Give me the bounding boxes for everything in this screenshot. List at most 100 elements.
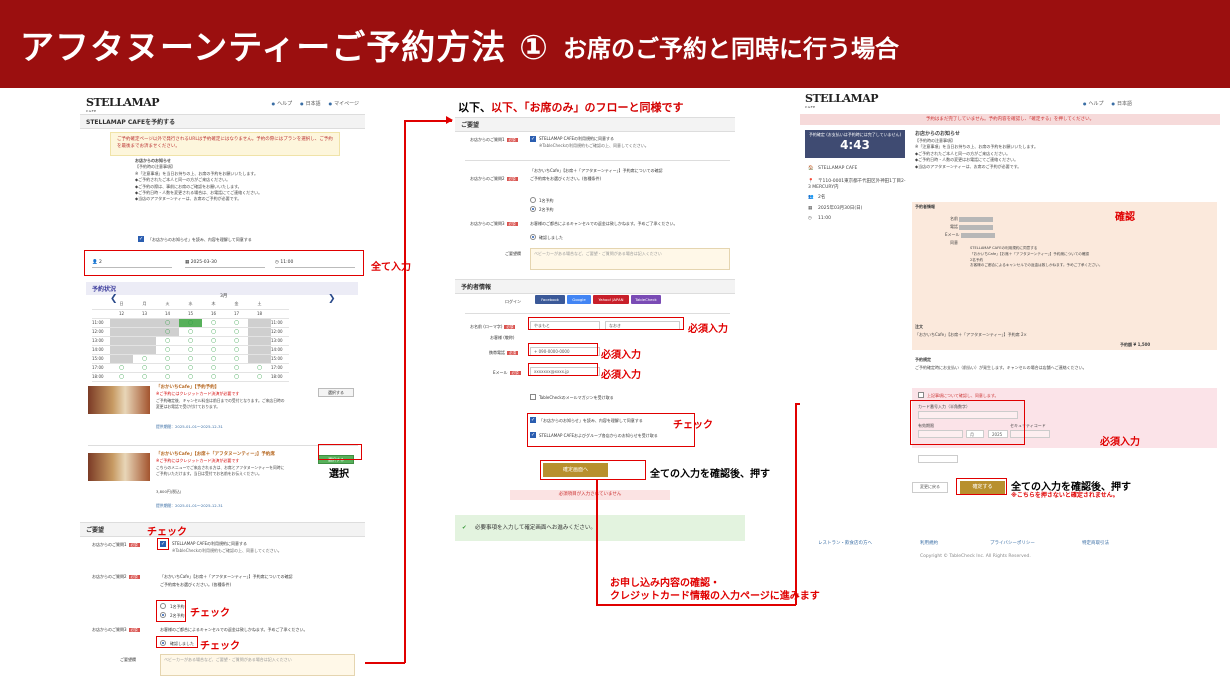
mail-magazine-label: TableCheckのメールマガジンを受け取る xyxy=(539,395,614,400)
status-message: 必要事項を入力して確定画面へお進みください。 xyxy=(455,515,745,541)
login-label: ログイン xyxy=(505,299,521,304)
highlight-confirm-radio xyxy=(156,636,198,648)
annotation-required-card: 必須入力 xyxy=(1100,437,1140,448)
phone-label: 携帯電話 必須 xyxy=(489,350,518,355)
title-banner: アフタヌーンティーご予約方法 ① お席のご予約と同時に行う場合 xyxy=(0,0,1230,88)
conf-consent-detail: STELLAMAP CAFEの利用規約に同意する 「おかいちCafe」【お席＋「… xyxy=(970,246,1103,268)
question-label: お店からのご質問3 必須 xyxy=(470,221,518,226)
select-box[interactable] xyxy=(918,455,958,463)
highlight-final-button xyxy=(956,478,1007,495)
memo-textarea[interactable]: ベビーカーがある場合など、ご要望・ご質問がある場合は記入ください xyxy=(530,248,730,270)
annotation-confirm-push: 全ての入力を確認後、押す xyxy=(650,469,770,480)
card-policy-title: 予約規定 xyxy=(915,357,931,362)
annotation-next-page-2: クレジットカード情報の入力ページに進みます xyxy=(610,591,820,602)
time-row: ◷ 11:00 xyxy=(808,216,831,221)
highlight-terms-checkbox xyxy=(157,538,169,550)
highlight-select-button xyxy=(318,444,362,460)
connector-line xyxy=(404,120,406,663)
order-total: 予約額 ¥ 1,500 xyxy=(1120,342,1151,347)
question-label: お店からのご質問2 必須 xyxy=(470,176,518,181)
warning-note: ご予約確定ページ以外で発行されるURLは予約確定にはなりません。予約の際にはプラ… xyxy=(110,132,340,156)
facebook-login-button[interactable]: Facebook xyxy=(535,295,565,304)
help-link[interactable]: ヘルプ xyxy=(272,101,293,107)
footer-link[interactable]: プライバシーポリシー xyxy=(990,540,1035,546)
order-item: 「おかいちCafe」【お席＋「アフタヌーンティー」】予約席 2× xyxy=(915,332,1027,337)
calendar-row: 17:0017:00 xyxy=(92,363,289,373)
section-header: STELLAMAP CAFEを予約する xyxy=(80,114,365,129)
confirm-radio-label: 確認しました xyxy=(539,235,563,240)
plan-image xyxy=(88,453,150,481)
help-link[interactable]: ヘルプ xyxy=(1083,101,1104,107)
confirm-radio[interactable] xyxy=(530,234,536,240)
calendar-row: 13:0013:00 xyxy=(92,336,289,346)
connector-line xyxy=(365,662,405,664)
annotation-check-1: チェック xyxy=(147,527,187,538)
select-plan-button[interactable]: 選択する xyxy=(318,388,354,397)
language-link[interactable]: 日本語 xyxy=(1112,101,1133,107)
connector-line xyxy=(795,403,797,605)
calendar-next-icon[interactable]: ❯ xyxy=(328,294,336,304)
card-agree-label: 上記事項について確認し、同意します。 xyxy=(927,393,999,398)
annotation-required-2: 必須入力 xyxy=(601,350,641,361)
question-label: お店からのご質問1 必須 xyxy=(92,542,140,547)
back-button[interactable]: 変更に戻る xyxy=(912,482,948,493)
highlight-phone xyxy=(528,343,598,356)
request-section-header: ご要望 xyxy=(455,117,735,132)
footer-link[interactable]: レストラン・飲食店の方へ xyxy=(818,540,872,546)
header-nav: ヘルプ 日本語 xyxy=(1075,100,1132,107)
connector-line xyxy=(596,480,598,605)
memo-textarea[interactable]: ベビーカーがある場合など、ご要望・ご質問がある場合は記入ください xyxy=(160,654,355,676)
card-policy-text: ご予約確定時にお支払い（前払い）が発生します。キャンセルの場合は店舗へご連絡くだ… xyxy=(915,365,1087,370)
calendar-month: 3月 xyxy=(220,294,228,299)
google-login-button[interactable]: Google xyxy=(567,295,591,304)
order-heading: 注文 xyxy=(915,324,923,329)
question-label: お店からのご質問3 必須 xyxy=(92,627,140,632)
language-link[interactable]: 日本語 xyxy=(300,101,321,107)
connector-line xyxy=(596,604,796,606)
question-heading: 「おかいちCafe」【お席＋「アフタヌーンティー」】予約席についての確認 xyxy=(530,168,663,173)
calendar-row: 14:0014:00 xyxy=(92,345,289,355)
plan-period: 提供期間：2025-01-01〜2025-12-31 xyxy=(156,503,223,508)
agree-notice-checkbox[interactable] xyxy=(138,236,144,242)
copyright: Copyright © TableCheck Inc. All Rights R… xyxy=(920,554,1031,559)
confirmation-page-screenshot: 予約はまだ完了していません。予約内容を確認し、「確定する」を押してください。 予… xyxy=(800,114,1220,564)
question-label: お店からのご質問2 必須 xyxy=(92,574,140,579)
mail-magazine-checkbox[interactable] xyxy=(530,394,536,400)
highlight-agree xyxy=(527,413,695,447)
plan-card-seat-only: 「おかいちCafe」【予約予約】 ※ご予約にはクレジットカード決済が必要です ご… xyxy=(88,382,358,452)
footer-link[interactable]: 利用規約 xyxy=(920,540,938,546)
highlight-confirm-button xyxy=(540,460,646,480)
plan-title: 「おかいちCafe」【予約予約】 xyxy=(156,385,220,390)
footer-link[interactable]: 特定商取引法 xyxy=(1082,540,1109,546)
error-message: 必須項目が入力されていません xyxy=(510,490,670,500)
booking-page-screenshot: STELLAMAPCAFE ヘルプ 日本語 マイページ STELLAMAP CAFE… xyxy=(80,92,365,682)
conf-row-name: 名前 xyxy=(950,216,994,222)
gender-label: お客様 (敬称) xyxy=(490,335,515,340)
highlight-card-input xyxy=(910,400,1025,445)
stellamap-logo: STELLAMAP CAFE xyxy=(86,96,160,113)
plan-price: 3,800円(税込) xyxy=(156,489,182,494)
request-section-header: ご要望 xyxy=(80,522,365,537)
stellamap-logo: STELLAMAP CAFE xyxy=(805,92,879,109)
yahoo-login-button[interactable]: Yahoo! JAPAN xyxy=(593,295,629,304)
annotation-final-note: ※こちらを押さないと確定されません。 xyxy=(1011,492,1119,499)
highlight-name xyxy=(528,317,684,330)
seat-radio-2[interactable] xyxy=(530,206,536,212)
annotation-confirm: 確認 xyxy=(1115,212,1135,223)
question-heading: 「おかいちCafe」【お席＋「アフタヌーンティー」】予約席についての確認 xyxy=(160,574,293,579)
terms-label: STELLAMAP CAFEの利用規約に同意する xyxy=(172,541,248,546)
terms-checkbox[interactable] xyxy=(530,136,536,142)
pending-notice: 予約はまだ完了していません。予約内容を確認し、「確定する」を押してください。 xyxy=(800,114,1220,125)
guests-row: 👥 2名 xyxy=(808,195,826,200)
terms-note: ※TableCheckの利用規約もご確認の上、同意してください。 xyxy=(172,548,282,553)
mypage-link[interactable]: マイページ xyxy=(329,101,359,107)
reserver-section-header: 予約者情報 xyxy=(455,279,735,294)
terms-label: STELLAMAP CAFEの利用規約に同意する xyxy=(539,136,615,141)
seat-radio-1[interactable] xyxy=(530,197,536,203)
card-agree-checkbox[interactable] xyxy=(918,392,924,398)
calendar-table: 日月火水木金土 12131415161718 11:0011:00 12:001… xyxy=(92,300,289,382)
divider xyxy=(465,313,730,314)
tablecheck-login-button[interactable]: TableCheck xyxy=(631,295,661,304)
highlight-selection-bar xyxy=(84,250,364,276)
plan-title: 「おかいちCafe」【お席＋「アフタヌーンティー」】予約席 xyxy=(156,452,275,457)
